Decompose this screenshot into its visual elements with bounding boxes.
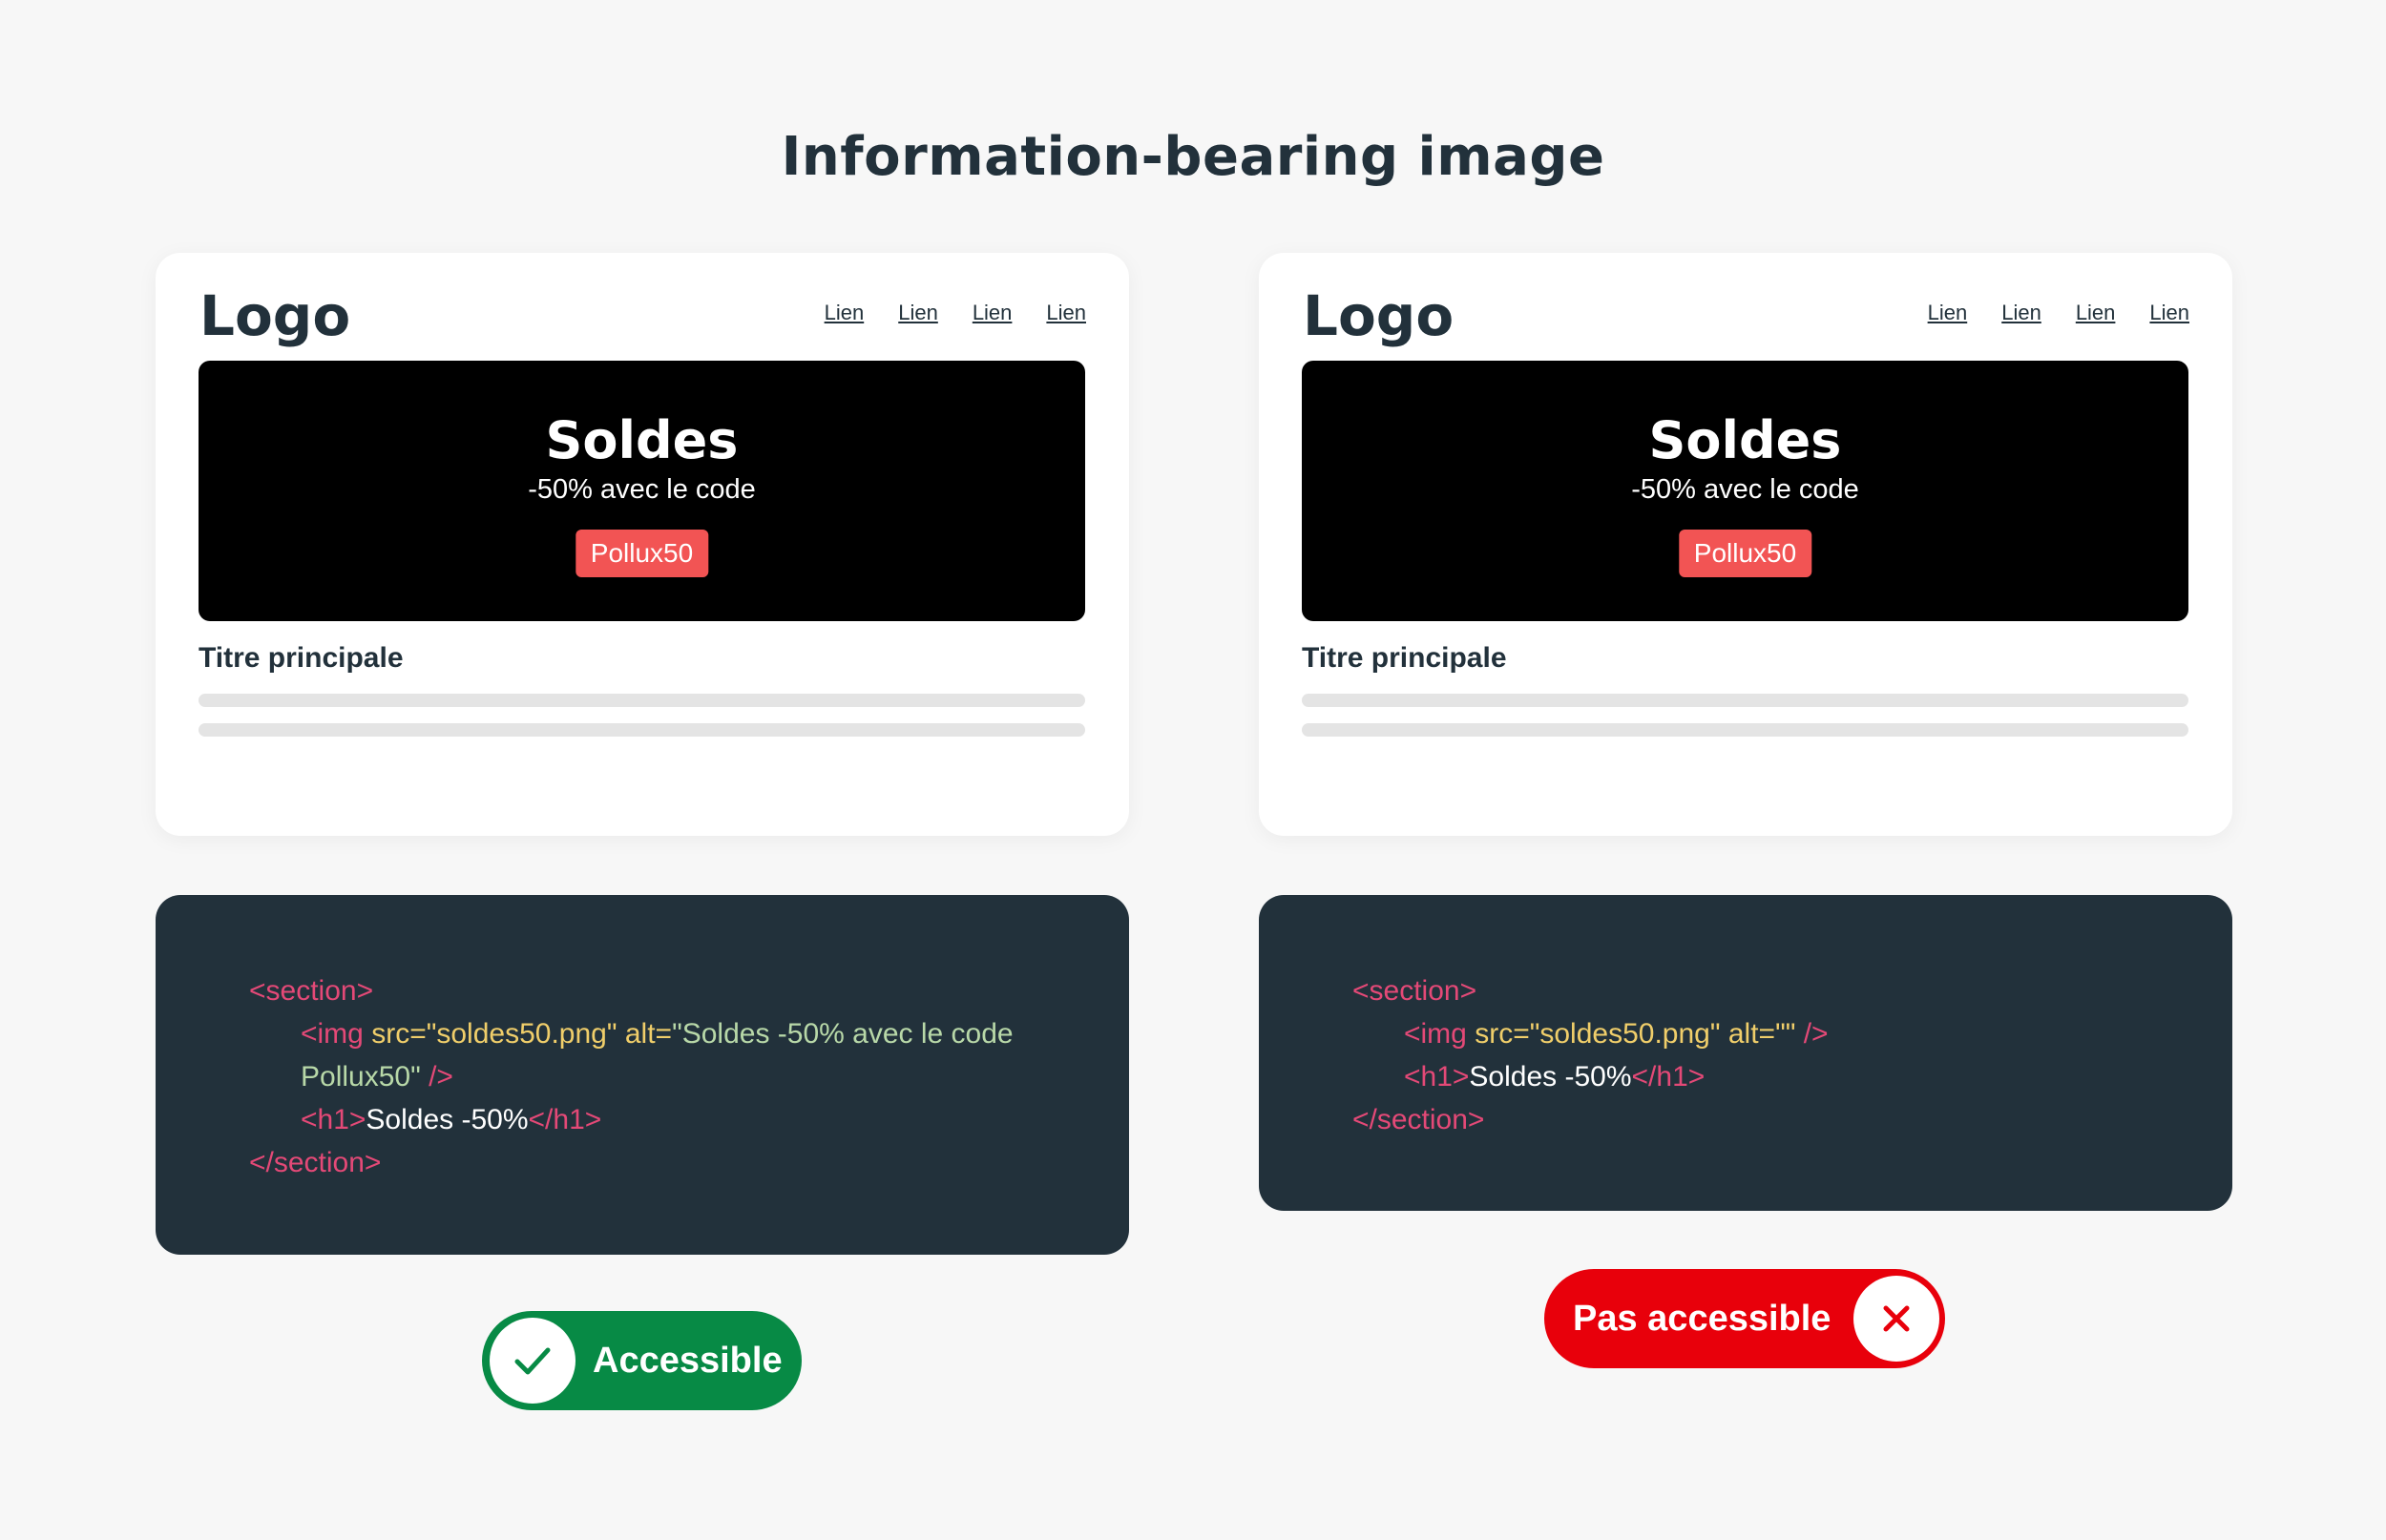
code-tag: </h1> [1631, 1061, 1706, 1093]
code-alt-value: "" [1775, 1018, 1796, 1050]
promo-code-badge: Pollux50 [575, 530, 709, 577]
code-line: <h1>Soldes -50%</h1> [1352, 1055, 2166, 1098]
main-heading: Titre principale [1302, 642, 1507, 674]
mockup-card-accessible: Logo Lien Lien Lien Lien Soldes -50% ave… [156, 253, 1129, 836]
sale-banner-image: Soldes -50% avec le code Pollux50 [1302, 361, 2188, 621]
accessible-badge: Accessible [482, 1311, 802, 1410]
promo-code-badge: Pollux50 [1678, 530, 1812, 577]
nav-link[interactable]: Lien [2001, 301, 2041, 325]
nav-link[interactable]: Lien [1928, 301, 1968, 325]
code-tag: <h1> [1404, 1061, 1470, 1093]
nav-link[interactable]: Lien [973, 301, 1013, 325]
code-tag: </h1> [528, 1104, 602, 1135]
code-attr: alt= [624, 1018, 673, 1050]
code-tag: </section> [249, 1147, 382, 1178]
page-title: Information-bearing image [781, 126, 1605, 188]
code-tag: <h1> [301, 1104, 366, 1135]
code-tag: <img [1404, 1018, 1476, 1050]
code-tag: /> [1795, 1018, 1829, 1050]
code-line: <img src="soldes50.png" alt="Soldes -50%… [249, 1012, 1062, 1098]
check-icon [490, 1318, 576, 1404]
sale-banner-image: Soldes -50% avec le code Pollux50 [199, 361, 1085, 621]
nav-link[interactable]: Lien [2149, 301, 2189, 325]
nav-links: Lien Lien Lien Lien [825, 301, 1086, 325]
nav-link[interactable]: Lien [898, 301, 938, 325]
banner-subtitle: -50% avec le code [1631, 474, 1859, 505]
nav-link[interactable]: Lien [2076, 301, 2116, 325]
not-accessible-badge: Pas accessible [1544, 1269, 1945, 1368]
logo: Logo [199, 283, 351, 348]
text-placeholder-line [199, 723, 1085, 737]
code-line: </section> [1352, 1098, 2166, 1141]
nav-link[interactable]: Lien [825, 301, 865, 325]
code-line: <h1>Soldes -50%</h1> [249, 1098, 1062, 1141]
code-attr: src= [371, 1018, 427, 1050]
code-value: "soldes50.png" [1529, 1018, 1728, 1050]
text-placeholder-line [199, 694, 1085, 707]
code-attr: src= [1475, 1018, 1530, 1050]
code-tag: <section> [249, 975, 374, 1007]
code-line: <section> [249, 969, 1062, 1012]
banner-title: Soldes [1648, 410, 1842, 470]
text-placeholder-line [1302, 694, 2188, 707]
logo: Logo [1303, 283, 1455, 348]
mockup-card-not-accessible: Logo Lien Lien Lien Lien Soldes -50% ave… [1259, 253, 2232, 836]
badge-label: Accessible [593, 1340, 783, 1381]
code-attr: alt= [1727, 1018, 1776, 1050]
code-text: Soldes -50% [366, 1104, 529, 1135]
code-line: <section> [1352, 969, 2166, 1012]
code-block-accessible: <section> <img src="soldes50.png" alt="S… [156, 895, 1129, 1255]
close-icon [1853, 1276, 1939, 1362]
nav-link[interactable]: Lien [1046, 301, 1086, 325]
code-line: </section> [249, 1141, 1062, 1184]
code-line: <img src="soldes50.png" alt="" /> [1352, 1012, 2166, 1055]
code-tag: </section> [1352, 1104, 1485, 1135]
code-tag: /> [420, 1061, 453, 1093]
text-placeholder-line [1302, 723, 2188, 737]
code-tag: <img [301, 1018, 372, 1050]
main-heading: Titre principale [199, 642, 404, 674]
banner-title: Soldes [545, 410, 739, 470]
banner-subtitle: -50% avec le code [528, 474, 756, 505]
code-block-not-accessible: <section> <img src="soldes50.png" alt=""… [1259, 895, 2232, 1211]
code-value: "soldes50.png" [426, 1018, 625, 1050]
badge-label: Pas accessible [1573, 1298, 1831, 1339]
nav-links: Lien Lien Lien Lien [1928, 301, 2189, 325]
code-tag: <section> [1352, 975, 1477, 1007]
code-text: Soldes -50% [1469, 1061, 1632, 1093]
